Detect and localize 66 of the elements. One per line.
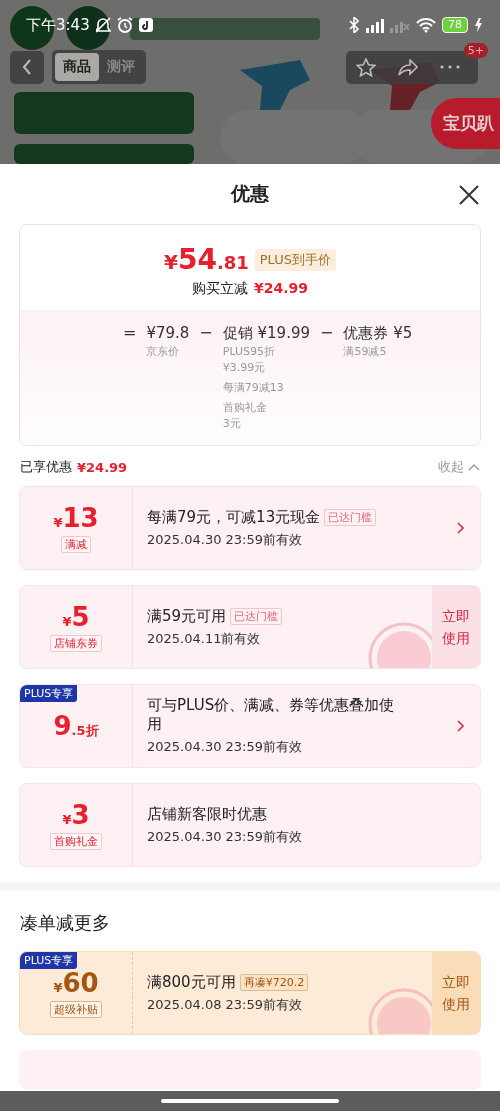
plus-badge: PLUS专享 (20, 685, 78, 702)
coupon-value: ¥60 (53, 968, 99, 998)
back-button[interactable] (10, 50, 44, 84)
mute-bell-icon (95, 17, 111, 33)
use-now-button[interactable]: 立即使用 (432, 952, 480, 1034)
charging-icon (474, 18, 482, 32)
chevron-up-icon (468, 462, 480, 472)
status-time: 下午3:43 (26, 15, 90, 35)
saving-label: 购买立减 (192, 280, 248, 298)
validity-text: 2025.04.11前有效 (147, 629, 262, 648)
term-note: 每满79减13 (222, 380, 285, 396)
coupon-type-tag: 超级补贴 (50, 1001, 102, 1018)
validity-text: 2025.04.30 23:59前有效 (147, 738, 304, 756)
enjoyed-amount: ¥24.99 (77, 459, 128, 475)
status-tag: 已达门槛 (230, 607, 283, 625)
coupon-title: 每满79元，可减13元现金 (147, 507, 321, 527)
price-term: ¥79.8 (146, 323, 190, 344)
collapse-toggle[interactable]: 收起 (438, 458, 480, 476)
coupon-value: ¥13 (53, 503, 99, 533)
price-term: 促销 ¥19.99 (222, 323, 311, 344)
chevron-right-icon[interactable] (457, 522, 465, 534)
validity-text: 2025.04.08 23:59前有效 (147, 995, 304, 1014)
operator: = (123, 322, 137, 344)
validity-text: 2025.04.30 23:59前有效 (147, 827, 304, 846)
saving-amount: ¥24.99 (254, 280, 308, 298)
coupon-value: ¥3 (62, 800, 90, 830)
coupon-type-tag: 满减 (61, 536, 91, 553)
coupon-type-tag: 店铺东券 (50, 635, 102, 652)
term-note: 首购礼金 3元 (222, 400, 268, 432)
chevron-right-icon[interactable] (457, 720, 465, 732)
final-price: ¥54.81 (164, 243, 249, 276)
operator: − (199, 322, 213, 344)
share-icon[interactable] (398, 58, 418, 76)
status-tag: 已达门槛 (324, 508, 377, 526)
coupon-title: 满59元可用 (147, 606, 227, 626)
price-tag: PLUS到手价 (254, 248, 336, 271)
coupon-type-tag: 首购礼金 (50, 833, 102, 850)
side-tab[interactable]: 宝贝趴 (431, 98, 500, 149)
price-term: 优惠券 ¥5 (343, 323, 413, 344)
coupon-title: 满800元可用 (147, 972, 236, 992)
product-tab[interactable]: 测评 (99, 53, 143, 81)
wifi-icon (416, 17, 436, 33)
plus-badge: PLUS专享 (20, 952, 78, 969)
operator: − (320, 322, 334, 344)
more-icon[interactable] (440, 65, 460, 69)
term-note: PLUS95折 ¥3.99元 (222, 344, 276, 376)
use-now-button[interactable]: 立即使用 (432, 586, 480, 668)
enjoyed-label: 已享优惠 (20, 458, 72, 476)
close-icon[interactable] (458, 184, 480, 206)
signal-icon (366, 17, 384, 33)
coupon-title: 店铺新客限时优惠 (147, 804, 267, 824)
term-note: 京东价 (146, 344, 181, 360)
battery-indicator: 78 (442, 17, 468, 33)
alarm-icon (116, 17, 133, 33)
product-tab[interactable]: 商品 (55, 53, 99, 81)
star-icon[interactable] (356, 57, 376, 77)
coupon-value: ¥5 (62, 602, 90, 632)
sheet-title: 优惠 (231, 181, 269, 206)
status-tag: 再凑¥720.2 (239, 973, 309, 991)
term-note: 满59减5 (343, 344, 388, 360)
validity-text: 2025.04.30 23:59前有效 (147, 530, 304, 549)
section-title: 凑单减更多 (19, 911, 111, 935)
coupon-title: 可与PLUS价、满减、券等优惠叠加使用 (147, 696, 395, 734)
bluetooth-icon (348, 17, 360, 33)
back-icon (22, 59, 32, 75)
coupon-value: 9.5折 (53, 711, 99, 741)
